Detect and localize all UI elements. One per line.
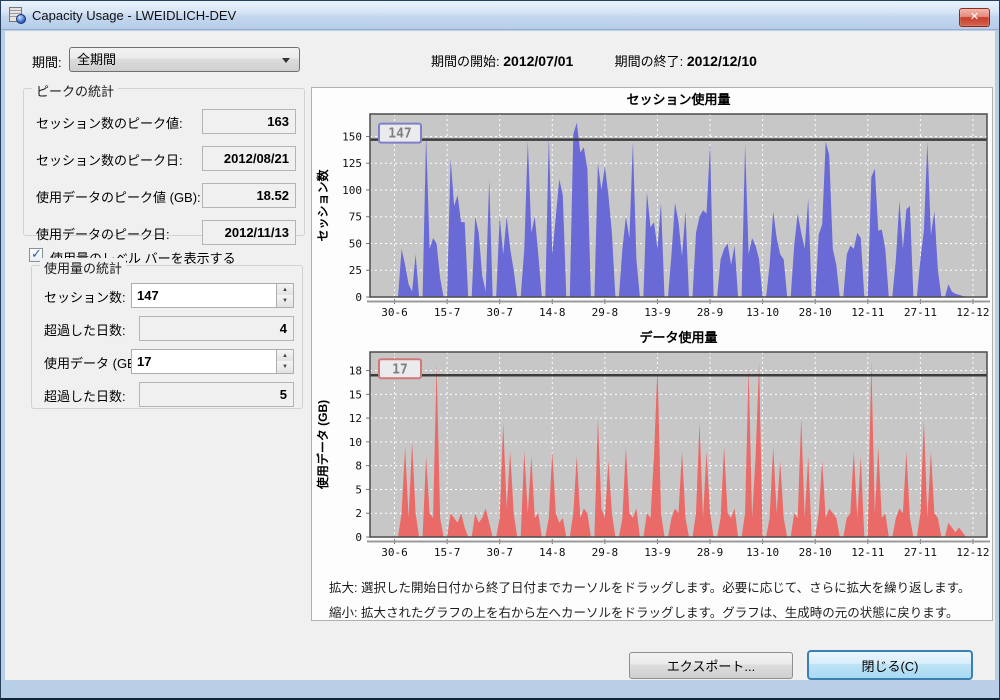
data-usage-chart[interactable]: データ使用量 0 2 5 8 10 12 15 18 30-6 15-7 30-7 14-8 29-8 13… [313,328,991,566]
svg-text:125: 125 [342,157,362,170]
svg-text:17: 17 [392,362,408,377]
svg-text:13-9: 13-9 [644,306,671,319]
period-start-label: 期間の開始: [431,54,500,69]
session-level-spinner: ▲ ▼ [277,283,294,308]
peak-session-date-label: セッション数のピーク日: [36,150,183,169]
svg-text:50: 50 [349,237,362,250]
svg-text:15-7: 15-7 [434,306,461,319]
svg-text:8: 8 [355,460,362,473]
session-level-label: セッション数: [44,287,126,306]
svg-text:29-8: 29-8 [592,546,619,559]
session-level-row: セッション数: ▲ ▼ [32,283,302,308]
period-end-label: 期間の終了: [615,54,684,69]
svg-text:30-7: 30-7 [486,306,513,319]
period-dropdown-value: 全期間 [77,52,116,67]
chevron-down-icon [282,58,290,63]
session-level-input[interactable] [131,283,277,308]
svg-text:15-7: 15-7 [434,546,461,559]
svg-text:12-11: 12-11 [851,546,884,559]
session-usage-chart[interactable]: セッション使用量 0 25 50 75 100 125 150 30-6 15-7 30-7 14-8… [313,90,991,326]
period-dropdown[interactable]: 全期間 [69,47,300,72]
peak-data-value-label: 使用データのピーク値 (GB): [36,187,201,206]
svg-text:2: 2 [355,507,362,520]
svg-text:データ使用量: データ使用量 [639,330,717,345]
peak-data-date-label: 使用データのピーク日: [36,224,170,243]
peak-session-value-label: セッション数のピーク値: [36,113,183,132]
usage-statistics-group-title: 使用量の統計 [40,258,126,277]
svg-text:12: 12 [349,412,362,425]
peak-session-value-row: セッション数のピーク値: 163 [24,109,304,134]
svg-text:150: 150 [342,130,362,143]
svg-text:セッション使用量: セッション使用量 [626,92,730,107]
peak-data-date-row: 使用データのピーク日: 2012/11/13 [24,220,304,245]
data-days-over-field: 5 [139,382,294,407]
svg-text:30-6: 30-6 [381,306,408,319]
svg-text:0: 0 [355,291,362,304]
svg-text:セッション数: セッション数 [315,169,330,242]
svg-text:使用データ (GB): 使用データ (GB) [315,400,330,490]
svg-text:28-9: 28-9 [697,306,724,319]
session-days-over-label: 超過した日数: [44,320,126,339]
data-level-input[interactable] [131,349,277,374]
svg-text:27-11: 27-11 [904,546,937,559]
spinner-down-icon[interactable]: ▼ [277,295,293,307]
session-days-over-field: 4 [139,316,294,341]
charts-panel: セッション使用量025507510012515030-615-730-714-8… [311,87,993,621]
svg-text:25: 25 [349,264,362,277]
svg-text:0: 0 [355,531,362,544]
titlebar[interactable]: Capacity Usage - LWEIDLICH-DEV ✕ [1,1,999,30]
period-start-value: 2012/07/01 [503,53,573,69]
svg-text:13-9: 13-9 [644,546,671,559]
data-days-over-label: 超過した日数: [44,386,126,405]
svg-text:28-10: 28-10 [799,546,832,559]
peak-data-value-row: 使用データのピーク値 (GB): 18.52 [24,183,304,208]
svg-text:15: 15 [349,388,362,401]
svg-text:13-10: 13-10 [746,306,779,319]
svg-text:28-10: 28-10 [799,306,832,319]
svg-text:13-10: 13-10 [746,546,779,559]
svg-text:27-11: 27-11 [904,306,937,319]
close-icon[interactable]: ✕ [959,8,990,27]
period-label: 期間: [32,52,62,71]
window-title: Capacity Usage - LWEIDLICH-DEV [32,8,236,23]
svg-text:12-11: 12-11 [851,306,884,319]
svg-text:30-7: 30-7 [486,546,513,559]
usage-statistics-group: 使用量の統計 セッション数: ▲ ▼ 超過した日数: 4 使用データ (GB): [31,265,303,409]
app-icon [9,7,26,24]
peak-data-value-field: 18.52 [202,183,296,208]
svg-text:12-12: 12-12 [956,546,989,559]
svg-text:14-8: 14-8 [539,546,566,559]
svg-text:14-8: 14-8 [539,306,566,319]
zoom-out-instruction: 縮小: 拡大されたグラフの上を右から左へカーソルをドラッグします。グラフは、生成… [329,602,958,621]
svg-text:28-9: 28-9 [697,546,724,559]
zoom-in-instruction: 拡大: 選択した開始日付から終了日付までカーソルをドラッグします。必要に応じて、… [329,577,970,596]
period-header: 期間の開始: 2012/07/01 期間の終了: 2012/12/10 [431,51,757,70]
close-dialog-button[interactable]: 閉じる(C) [807,650,973,680]
period-end-value: 2012/12/10 [687,53,757,69]
data-level-spinner: ▲ ▼ [277,349,294,374]
peak-data-date-field: 2012/11/13 [202,220,296,245]
svg-text:75: 75 [349,211,362,224]
peak-statistics-group: ピークの統計 セッション数のピーク値: 163 セッション数のピーク日: 201… [23,88,305,236]
peak-statistics-group-title: ピークの統計 [32,81,118,100]
session-days-over-row: 超過した日数: 4 [32,316,302,341]
svg-text:5: 5 [355,483,362,496]
svg-text:12-12: 12-12 [956,306,989,319]
peak-session-value-field: 163 [202,109,296,134]
peak-session-date-row: セッション数のピーク日: 2012/08/21 [24,146,304,171]
peak-session-date-field: 2012/08/21 [202,146,296,171]
svg-text:147: 147 [388,127,411,142]
svg-text:18: 18 [349,365,362,378]
data-level-row: 使用データ (GB): ▲ ▼ [32,349,302,374]
capacity-usage-dialog: Capacity Usage - LWEIDLICH-DEV ✕ 期間: 全期間… [0,0,1000,700]
svg-text:29-8: 29-8 [592,306,619,319]
data-level-label: 使用データ (GB): [44,353,144,372]
spinner-down-icon[interactable]: ▼ [277,361,293,373]
data-days-over-row: 超過した日数: 5 [32,382,302,407]
svg-text:30-6: 30-6 [381,546,408,559]
export-button[interactable]: エクスポート... [629,652,793,679]
svg-text:10: 10 [349,436,362,449]
svg-text:100: 100 [342,184,362,197]
dialog-body: 期間: 全期間 ピークの統計 セッション数のピーク値: 163 セッション数のピ… [5,31,995,680]
